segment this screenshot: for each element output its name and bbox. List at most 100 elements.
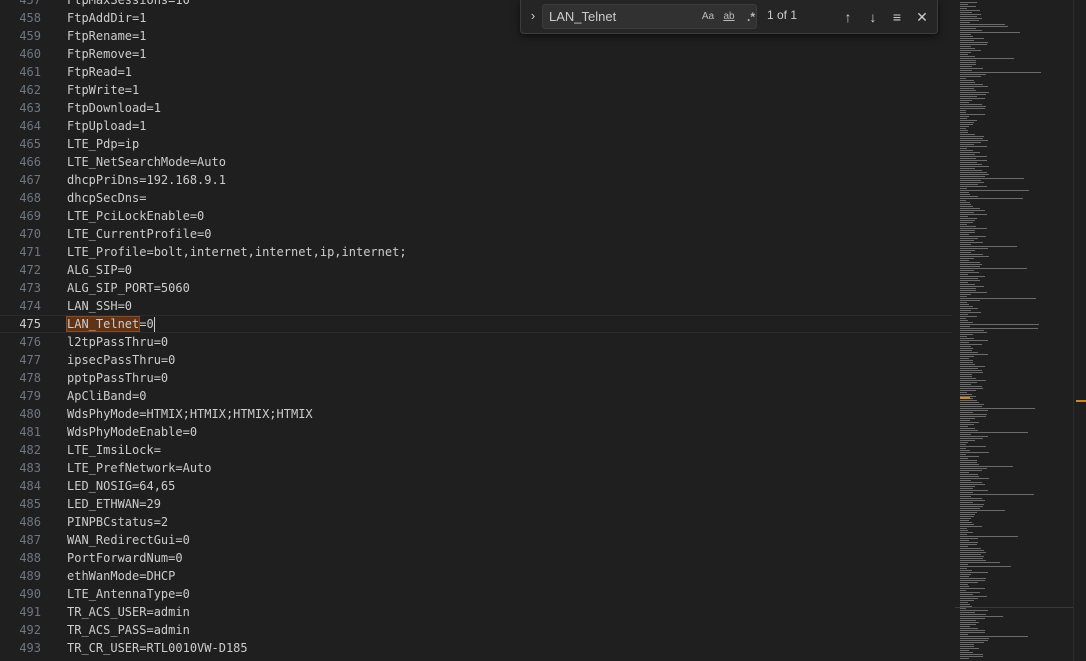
line-text[interactable]: FtpDownload=1	[67, 99, 161, 117]
line-text[interactable]: FtpWrite=1	[67, 81, 139, 99]
chevron-right-icon[interactable]: ›	[525, 6, 541, 26]
line-text-rest: =0	[139, 317, 154, 331]
minimap-line	[960, 468, 987, 469]
code-line[interactable]: 481 WdsPhyModeEnable=0	[0, 423, 952, 441]
code-editor[interactable]: 457 FtpMaxSessions=10 458 FtpAddDir=1 459 Ftp…	[0, 0, 1086, 661]
line-text[interactable]: l2tpPassThru=0	[67, 333, 168, 351]
line-text[interactable]: PINPBCstatus=2	[67, 513, 168, 531]
find-input-box[interactable]: Aa ab .*	[542, 4, 757, 29]
code-line[interactable]: 460 FtpRemove=1	[0, 45, 952, 63]
line-text[interactable]: LED_ETHWAN=29	[67, 495, 161, 513]
vertical-scrollbar[interactable]	[1073, 0, 1086, 661]
code-line[interactable]: 466 LTE_NetSearchMode=Auto	[0, 153, 952, 171]
minimap-line	[960, 448, 966, 449]
line-text[interactable]: ALG_SIP=0	[67, 261, 132, 279]
line-text[interactable]: WAN_RedirectGui=0	[67, 531, 190, 549]
line-text[interactable]: LED_NOSIG=64,65	[67, 477, 175, 495]
line-text[interactable]: LTE_AntennaType=0	[67, 585, 190, 603]
code-line[interactable]: 468 dhcpSecDns=	[0, 189, 952, 207]
line-text[interactable]: LTE_PrefNetwork=Auto	[67, 459, 212, 477]
minimap-line	[960, 202, 970, 203]
line-number: 461	[19, 65, 41, 79]
code-line[interactable]: 482 LTE_ImsiLock=	[0, 441, 952, 459]
code-line[interactable]: 483 LTE_PrefNetwork=Auto	[0, 459, 952, 477]
line-text[interactable]: LAN_SSH=0	[67, 297, 132, 315]
line-text[interactable]: LTE_Pdp=ip	[67, 135, 139, 153]
code-line[interactable]: 471 LTE_Profile=bolt,internet,internet,ip…	[0, 243, 952, 261]
code-line[interactable]: 480 WdsPhyMode=HTMIX;HTMIX;HTMIX;HTMIX	[0, 405, 952, 423]
minimap-line	[960, 550, 984, 551]
code-line[interactable]: 462 FtpWrite=1	[0, 81, 952, 99]
regex-toggle[interactable]: .*	[741, 8, 761, 26]
code-line[interactable]: 472 ALG_SIP=0	[0, 261, 952, 279]
line-text[interactable]: FtpMaxSessions=10	[67, 0, 190, 9]
line-text[interactable]: ipsecPassThru=0	[67, 351, 175, 369]
code-line[interactable]: 488 PortForwardNum=0	[0, 549, 952, 567]
code-line[interactable]: 489 ethWanMode=DHCP	[0, 567, 952, 585]
line-text[interactable]: WdsPhyModeEnable=0	[67, 423, 197, 441]
minimap-line	[960, 108, 985, 109]
line-text[interactable]: TR_ACS_PASS=admin	[67, 621, 190, 639]
line-text[interactable]: FtpRemove=1	[67, 45, 146, 63]
line-text[interactable]: FtpUpload=1	[67, 117, 146, 135]
code-line[interactable]: 464 FtpUpload=1	[0, 117, 952, 135]
code-line[interactable]: 479 ApCliBand=0	[0, 387, 952, 405]
minimap-line	[960, 308, 978, 309]
close-icon[interactable]: ✕	[912, 7, 932, 27]
code-line[interactable]: 491 TR_ACS_USER=admin	[0, 603, 952, 621]
code-line[interactable]: 469 LTE_PciLockEnable=0	[0, 207, 952, 225]
code-line[interactable]: 473 ALG_SIP_PORT=5060	[0, 279, 952, 297]
code-line[interactable]: 467 dhcpPriDns=192.168.9.1	[0, 171, 952, 189]
minimap-line	[960, 218, 977, 219]
arrow-up-icon[interactable]: ↑	[838, 7, 858, 27]
code-line[interactable]: 478 pptpPassThru=0	[0, 369, 952, 387]
line-text[interactable]: FtpRead=1	[67, 63, 132, 81]
editor-lines[interactable]: 457 FtpMaxSessions=10 458 FtpAddDir=1 459 Ftp…	[0, 0, 952, 657]
minimap-line	[960, 114, 985, 115]
line-text[interactable]: ALG_SIP_PORT=5060	[67, 279, 190, 297]
minimap[interactable]	[955, 0, 1073, 661]
code-line[interactable]: 485 LED_ETHWAN=29	[0, 495, 952, 513]
line-text[interactable]: ApCliBand=0	[67, 387, 146, 405]
line-text[interactable]: PortForwardNum=0	[67, 549, 183, 567]
minimap-line	[960, 92, 989, 93]
code-line[interactable]: 487 WAN_RedirectGui=0	[0, 531, 952, 549]
line-text[interactable]: LTE_PciLockEnable=0	[67, 207, 204, 225]
line-text[interactable]: LTE_Profile=bolt,internet,internet,ip,in…	[67, 243, 407, 261]
line-text[interactable]: ethWanMode=DHCP	[67, 567, 175, 585]
code-line[interactable]: 492 TR_ACS_PASS=admin	[0, 621, 952, 639]
minimap-line	[960, 462, 977, 463]
line-text[interactable]: FtpRename=1	[67, 27, 146, 45]
line-text[interactable]: WdsPhyMode=HTMIX;HTMIX;HTMIX;HTMIX	[67, 405, 313, 423]
minimap-line	[960, 128, 966, 129]
code-line[interactable]: 465 LTE_Pdp=ip	[0, 135, 952, 153]
line-text[interactable]: LAN_Telnet=0	[65, 316, 155, 332]
line-text[interactable]: TR_ACS_USER=admin	[67, 603, 190, 621]
line-text[interactable]: LTE_NetSearchMode=Auto	[67, 153, 226, 171]
find-input[interactable]	[549, 8, 689, 25]
whole-word-toggle[interactable]: ab	[719, 8, 739, 26]
minimap-line	[960, 490, 988, 491]
line-text[interactable]: pptpPassThru=0	[67, 369, 168, 387]
code-line[interactable]: 475 LAN_Telnet=0	[0, 315, 952, 333]
code-line[interactable]: 470 LTE_CurrentProfile=0	[0, 225, 952, 243]
code-line[interactable]: 484 LED_NOSIG=64,65	[0, 477, 952, 495]
line-text[interactable]: FtpAddDir=1	[67, 9, 146, 27]
code-line[interactable]: 477 ipsecPassThru=0	[0, 351, 952, 369]
line-text[interactable]: TR_CR_USER=RTL0010VW-D185	[67, 639, 248, 657]
match-case-toggle[interactable]: Aa	[698, 8, 718, 26]
line-text[interactable]: LTE_ImsiLock=	[67, 441, 161, 459]
code-line[interactable]: 490 LTE_AntennaType=0	[0, 585, 952, 603]
code-line[interactable]: 476 l2tpPassThru=0	[0, 333, 952, 351]
minimap-line	[960, 640, 988, 641]
find-in-selection-icon[interactable]: ≡	[887, 7, 907, 27]
code-line[interactable]: 486 PINPBCstatus=2	[0, 513, 952, 531]
code-line[interactable]: 463 FtpDownload=1	[0, 99, 952, 117]
code-line[interactable]: 461 FtpRead=1	[0, 63, 952, 81]
code-line[interactable]: 493 TR_CR_USER=RTL0010VW-D185	[0, 639, 952, 657]
arrow-down-icon[interactable]: ↓	[863, 7, 883, 27]
code-line[interactable]: 474 LAN_SSH=0	[0, 297, 952, 315]
line-text[interactable]: dhcpPriDns=192.168.9.1	[67, 171, 226, 189]
line-text[interactable]: LTE_CurrentProfile=0	[67, 225, 212, 243]
line-text[interactable]: dhcpSecDns=	[67, 189, 146, 207]
